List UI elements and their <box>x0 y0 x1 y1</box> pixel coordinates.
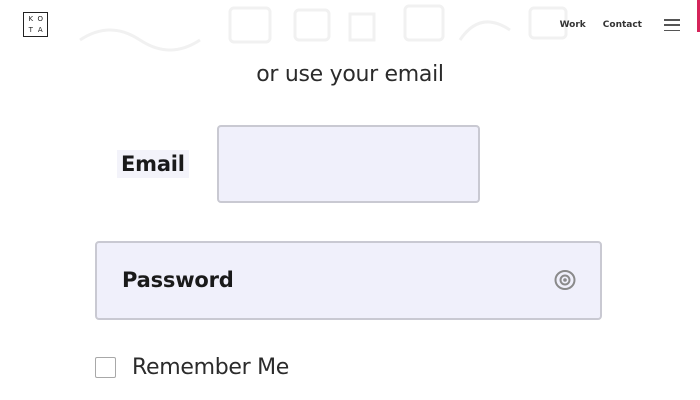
remember-me-label[interactable]: Remember Me <box>132 355 289 380</box>
hamburger-line <box>664 19 680 21</box>
hamburger-line <box>664 24 680 26</box>
logo-letter: O <box>37 15 43 23</box>
nav-link-work[interactable]: Work <box>560 20 586 30</box>
top-nav: Work Contact <box>560 19 680 31</box>
login-subtitle: or use your email <box>256 62 444 87</box>
logo-letter: T <box>28 26 33 34</box>
remember-me-row: Remember Me <box>95 355 289 380</box>
hamburger-menu-icon[interactable] <box>664 19 680 31</box>
remember-me-checkbox[interactable] <box>95 357 116 378</box>
eye-icon[interactable] <box>553 269 577 291</box>
nav-link-contact[interactable]: Contact <box>603 20 642 30</box>
password-label: Password <box>122 268 234 292</box>
hamburger-line <box>664 29 680 31</box>
email-field[interactable] <box>217 125 480 203</box>
kota-logo[interactable]: K O T A <box>23 12 48 37</box>
logo-letter: A <box>37 26 43 34</box>
email-label: Email <box>117 150 189 178</box>
login-page: K O T A Work Contact or use your email E… <box>0 0 700 400</box>
password-field[interactable]: Password <box>95 241 602 320</box>
logo-letter: K <box>28 15 34 23</box>
